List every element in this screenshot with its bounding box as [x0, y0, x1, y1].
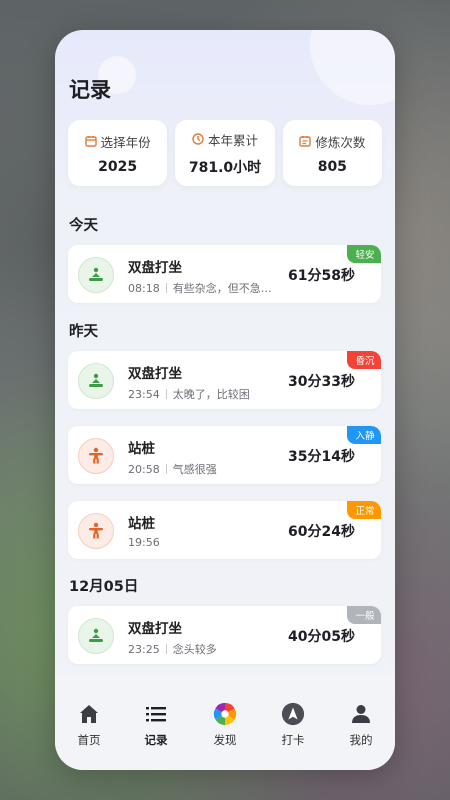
- record-item[interactable]: 双盘打坐 08:18 有些杂念，但不急… 61分58秒 轻安: [68, 245, 381, 303]
- record-note: 有些杂念，但不急…: [172, 282, 272, 295]
- record-duration: 61分58秒: [288, 268, 355, 284]
- status-badge: 正常: [347, 501, 381, 519]
- app-window: 记录 选择年份 2025 本年累计 781.0小时 修炼次数 805 今天 双盘…: [55, 30, 395, 770]
- checkin-icon: [281, 702, 305, 726]
- record-note: 念头较多: [172, 643, 217, 656]
- stat-value: 805: [317, 158, 347, 175]
- stat-label: 修炼次数: [315, 134, 366, 150]
- status-badge: 一般: [347, 606, 381, 624]
- discover-icon: [213, 702, 237, 726]
- status-badge: 昏沉: [347, 351, 381, 369]
- record-name: 双盘打坐: [128, 621, 182, 637]
- section-title-date: 12月05日: [69, 579, 139, 595]
- nav-item-checkin[interactable]: 打卡: [263, 702, 323, 748]
- standing-icon: [78, 513, 114, 549]
- record-duration: 35分14秒: [288, 449, 355, 465]
- record-time: 23:25: [128, 642, 160, 656]
- record-item[interactable]: 双盘打坐 23:54 太晚了，比较困 30分33秒 昏沉: [68, 351, 381, 409]
- nav-label: 首页: [77, 733, 101, 747]
- nav-label: 打卡: [281, 733, 305, 747]
- record-time: 23:54: [128, 387, 160, 401]
- page-title: 记录: [69, 78, 111, 102]
- record-time: 20:58: [128, 462, 160, 476]
- record-item[interactable]: 双盘打坐 23:25 念头较多 40分05秒 一般: [68, 606, 381, 664]
- record-duration: 30分33秒: [288, 374, 355, 390]
- stat-label: 选择年份: [100, 134, 151, 150]
- standing-icon: [78, 438, 114, 474]
- record-item[interactable]: 站桩 19:56 60分24秒 正常: [68, 501, 381, 559]
- meditation-icon: [78, 257, 114, 293]
- nav-label: 记录: [144, 733, 168, 747]
- list-icon: [144, 702, 168, 726]
- record-duration: 40分05秒: [288, 629, 355, 645]
- decorative-circle: [310, 30, 395, 105]
- home-icon: [77, 702, 101, 726]
- nav-item-home[interactable]: 首页: [59, 702, 119, 748]
- record-name: 站桩: [128, 441, 155, 457]
- record-time: 19:56: [128, 536, 160, 549]
- record-note: 气感很强: [172, 463, 217, 476]
- record-note: 太晚了，比较困: [172, 388, 250, 401]
- record-duration: 60分24秒: [288, 524, 355, 540]
- nav-label: 我的: [349, 733, 373, 747]
- nav-item-discover[interactable]: 发现: [195, 702, 255, 748]
- meditation-icon: [78, 363, 114, 399]
- nav-item-profile[interactable]: 我的: [331, 702, 391, 748]
- nav-item-records[interactable]: 记录: [126, 702, 186, 748]
- record-name: 站桩: [128, 516, 155, 532]
- stat-label: 本年累计: [207, 132, 258, 148]
- record-time: 08:18: [128, 281, 160, 295]
- status-badge: 轻安: [347, 245, 381, 263]
- section-title-yesterday: 昨天: [69, 324, 98, 340]
- clock-icon: [192, 133, 204, 145]
- divider: [165, 283, 167, 293]
- status-badge: 入静: [347, 426, 381, 444]
- calendar-icon: [84, 135, 97, 147]
- record-name: 双盘打坐: [128, 260, 182, 276]
- meditation-icon: [78, 618, 114, 654]
- stat-card-count: 修炼次数 805: [282, 120, 382, 186]
- stat-value: 781.0小时: [188, 159, 262, 176]
- divider: [165, 389, 167, 399]
- record-name: 双盘打坐: [128, 366, 182, 382]
- list-calendar-icon: [299, 135, 312, 147]
- divider: [165, 644, 167, 654]
- divider: [165, 464, 167, 474]
- record-item[interactable]: 站桩 20:58 气感很强 35分14秒 入静: [68, 426, 381, 484]
- bottom-nav: 首页 记录 发现 打卡 我的: [55, 674, 395, 770]
- stats-row: 选择年份 2025 本年累计 781.0小时 修炼次数 805: [68, 120, 382, 186]
- stat-value: 2025: [98, 158, 138, 175]
- profile-icon: [349, 702, 373, 726]
- nav-label: 发现: [213, 733, 237, 747]
- stat-card-total: 本年累计 781.0小时: [175, 120, 275, 186]
- section-title-today: 今天: [69, 218, 98, 234]
- stat-card-year[interactable]: 选择年份 2025: [68, 120, 168, 186]
